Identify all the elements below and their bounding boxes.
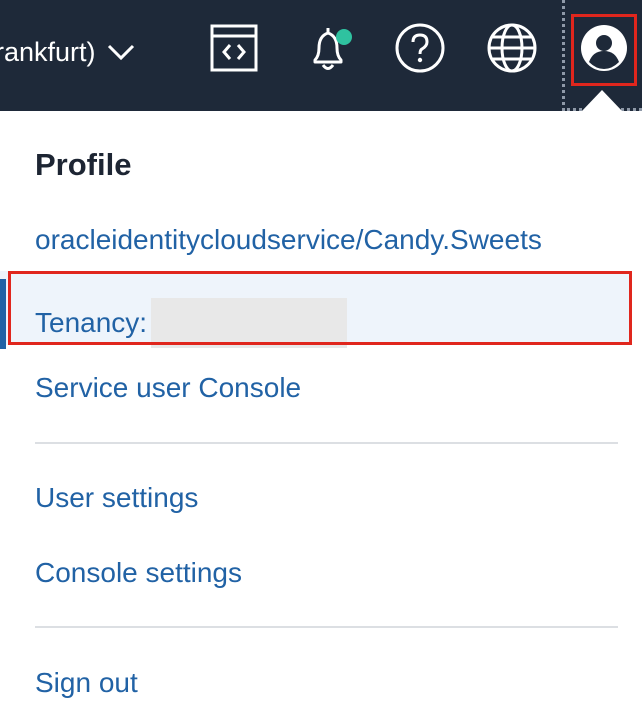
region-label: rankfurt)	[0, 36, 96, 67]
notification-dot	[336, 28, 352, 45]
top-navigation-bar: rankfurt)	[0, 0, 642, 111]
language-button[interactable]	[484, 22, 540, 78]
sign-out-link[interactable]: Sign out	[35, 667, 138, 699]
highlight-box	[8, 271, 632, 345]
region-selector[interactable]: rankfurt)	[0, 30, 136, 74]
divider	[35, 626, 618, 628]
notifications-button[interactable]	[301, 22, 357, 78]
help-button[interactable]	[392, 22, 448, 78]
help-icon	[394, 22, 446, 79]
code-editor-icon	[209, 23, 259, 78]
active-indicator	[0, 279, 6, 349]
chevron-down-icon	[106, 42, 136, 62]
service-console-link[interactable]: Service user Console	[35, 372, 301, 404]
user-name-link[interactable]: oracleidentitycloudservice/Candy.Sweets	[35, 224, 542, 256]
code-editor-button[interactable]	[206, 22, 262, 78]
bell-icon	[301, 20, 357, 81]
profile-menu-button[interactable]	[571, 14, 637, 86]
dropdown-caret	[581, 90, 623, 112]
divider	[35, 442, 618, 444]
user-avatar-icon	[579, 23, 629, 78]
globe-icon	[486, 22, 538, 79]
profile-dropdown-menu: Profile oracleidentitycloudservice/Candy…	[0, 111, 642, 724]
console-settings-link[interactable]: Console settings	[35, 557, 242, 589]
separator	[562, 0, 566, 111]
menu-title: Profile	[35, 147, 132, 182]
user-settings-link[interactable]: User settings	[35, 482, 198, 514]
